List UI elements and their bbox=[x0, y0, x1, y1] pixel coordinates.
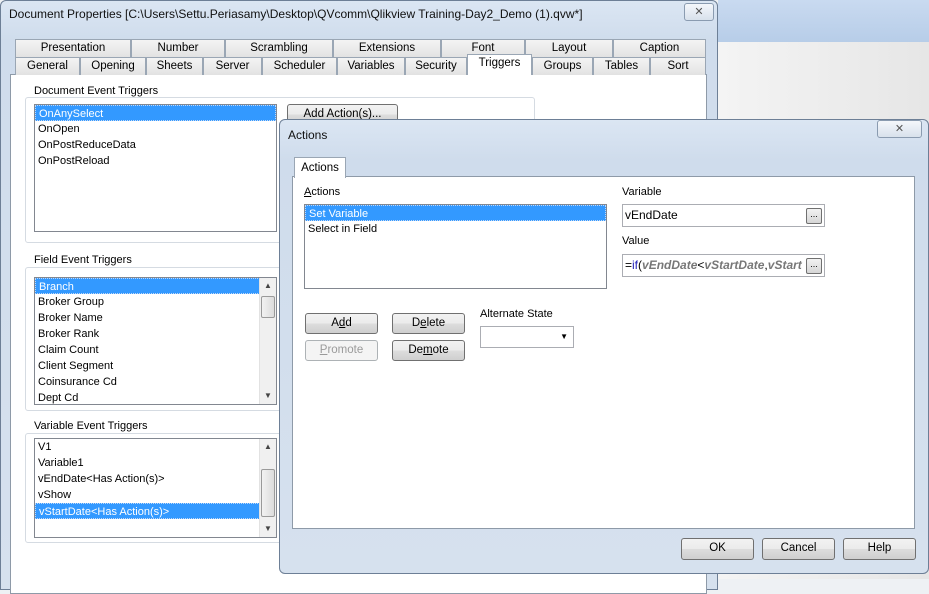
scroll-thumb[interactable] bbox=[261, 469, 275, 517]
close-x-icon: ✕ bbox=[894, 123, 905, 135]
tab-sheets[interactable]: Sheets bbox=[146, 57, 203, 75]
value-eq: = bbox=[625, 258, 633, 272]
list-item[interactable]: Coinsurance Cd bbox=[35, 374, 260, 390]
tab-number[interactable]: Number bbox=[131, 39, 225, 57]
list-item[interactable]: vEndDate<Has Action(s)> bbox=[35, 471, 260, 487]
tab-caption[interactable]: Caption bbox=[613, 39, 706, 57]
list-item[interactable]: Branch bbox=[35, 278, 260, 294]
chevron-down-icon: ▼ bbox=[560, 332, 568, 341]
actions-list-label: Actions bbox=[304, 186, 341, 198]
alternate-state-dropdown[interactable]: ▼ bbox=[480, 326, 574, 348]
variable-value: vEndDate bbox=[625, 208, 678, 222]
list-item[interactable]: Dept Cd bbox=[35, 390, 260, 404]
list-item[interactable]: vShow bbox=[35, 487, 260, 503]
value-expression-button[interactable]: ... bbox=[806, 258, 822, 274]
tab-variables[interactable]: Variables bbox=[337, 57, 405, 75]
list-item[interactable]: Broker Group bbox=[35, 294, 260, 310]
list-item[interactable]: Client Segment bbox=[35, 358, 260, 374]
tab-triggers[interactable]: Triggers bbox=[467, 54, 532, 75]
document-event-triggers-label: Document Event Triggers bbox=[31, 85, 162, 97]
variable-label: Variable bbox=[622, 186, 662, 198]
tab-scrambling[interactable]: Scrambling bbox=[225, 39, 333, 57]
tab-actions[interactable]: Actions bbox=[294, 157, 346, 178]
scroll-down-icon[interactable]: ▼ bbox=[260, 521, 276, 537]
add-button[interactable]: Add bbox=[305, 313, 378, 334]
actions-dialog: Actions ✕ Actions Actions Set Variable Se… bbox=[279, 119, 929, 574]
help-button[interactable]: Help bbox=[843, 538, 916, 560]
actions-list[interactable]: Set Variable Select in Field bbox=[304, 204, 607, 289]
dialog-close-button[interactable]: ✕ bbox=[877, 120, 922, 138]
list-item[interactable]: Variable1 bbox=[35, 455, 260, 471]
button-label: Add bbox=[331, 317, 352, 329]
list-item[interactable]: Broker Rank bbox=[35, 326, 260, 342]
list-item[interactable]: Broker Name bbox=[35, 310, 260, 326]
field-list-scrollbar[interactable]: ▲ ▼ bbox=[259, 278, 276, 404]
list-item[interactable]: OnAnySelect bbox=[35, 105, 276, 121]
variable-event-triggers-label: Variable Event Triggers bbox=[31, 420, 151, 432]
promote-button[interactable]: Promote bbox=[305, 340, 378, 361]
value-var-b: vStartDate bbox=[704, 258, 765, 272]
field-event-triggers-label: Field Event Triggers bbox=[31, 254, 135, 266]
alternate-state-label: Alternate State bbox=[480, 308, 553, 320]
dialog-title: Actions bbox=[288, 128, 328, 142]
tab-scheduler[interactable]: Scheduler bbox=[262, 57, 337, 75]
tab-server[interactable]: Server bbox=[203, 57, 262, 75]
variable-input[interactable]: vEndDate bbox=[622, 204, 825, 227]
delete-button[interactable]: Delete bbox=[392, 313, 465, 334]
list-item[interactable]: Claim Count bbox=[35, 342, 260, 358]
field-event-triggers-list[interactable]: Branch Broker Group Broker Name Broker Rank… bbox=[34, 277, 277, 405]
tab-sort[interactable]: Sort bbox=[650, 57, 706, 75]
close-button[interactable]: ✕ bbox=[684, 3, 714, 21]
tab-opening[interactable]: Opening bbox=[80, 57, 146, 75]
tab-tables[interactable]: Tables bbox=[593, 57, 650, 75]
list-item[interactable]: OnPostReduceData bbox=[35, 137, 276, 153]
button-label: Promote bbox=[319, 344, 364, 356]
close-x-icon: ✕ bbox=[694, 6, 704, 18]
button-label: Demote bbox=[408, 344, 449, 356]
variable-event-triggers-list[interactable]: V1 Variable1 vEndDate<Has Action(s)> vShow v… bbox=[34, 438, 277, 538]
list-item[interactable]: V1 bbox=[35, 439, 260, 455]
demote-button[interactable]: Demote bbox=[392, 340, 465, 361]
list-item[interactable]: vStartDate<Has Action(s)> bbox=[35, 503, 260, 519]
scroll-thumb[interactable] bbox=[261, 296, 275, 318]
value-input[interactable]: =if(vEndDate<vStartDate,vStart bbox=[622, 254, 825, 277]
value-label: Value bbox=[622, 235, 650, 247]
tab-presentation[interactable]: Presentation bbox=[15, 39, 131, 57]
background-desktop bbox=[718, 0, 929, 42]
document-event-triggers-list[interactable]: OnAnySelect OnOpen OnPostReduceData OnPostR… bbox=[34, 104, 277, 232]
tab-general[interactable]: General bbox=[15, 57, 80, 75]
ok-button[interactable]: OK bbox=[681, 538, 754, 560]
list-item[interactable]: Select in Field bbox=[305, 221, 606, 237]
tab-layout[interactable]: Layout bbox=[525, 39, 613, 57]
variable-browse-button[interactable]: ... bbox=[806, 208, 822, 224]
list-item[interactable]: OnOpen bbox=[35, 121, 276, 137]
value-var-c: vStart bbox=[767, 258, 802, 272]
variable-list-scrollbar[interactable]: ▲ ▼ bbox=[259, 439, 276, 537]
list-item[interactable]: OnPostReload bbox=[35, 153, 276, 169]
tab-security[interactable]: Security bbox=[405, 57, 467, 75]
window-title: Document Properties [C:\Users\Settu.Peri… bbox=[9, 7, 583, 21]
scroll-up-icon[interactable]: ▲ bbox=[260, 278, 276, 294]
cancel-button[interactable]: Cancel bbox=[762, 538, 835, 560]
scroll-up-icon[interactable]: ▲ bbox=[260, 439, 276, 455]
scroll-down-icon[interactable]: ▼ bbox=[260, 388, 276, 404]
list-item[interactable]: Set Variable bbox=[305, 205, 606, 221]
tab-groups[interactable]: Groups bbox=[532, 57, 593, 75]
value-var-a: vEndDate bbox=[642, 258, 698, 272]
tab-extensions[interactable]: Extensions bbox=[333, 39, 441, 57]
button-label: Delete bbox=[411, 317, 446, 329]
